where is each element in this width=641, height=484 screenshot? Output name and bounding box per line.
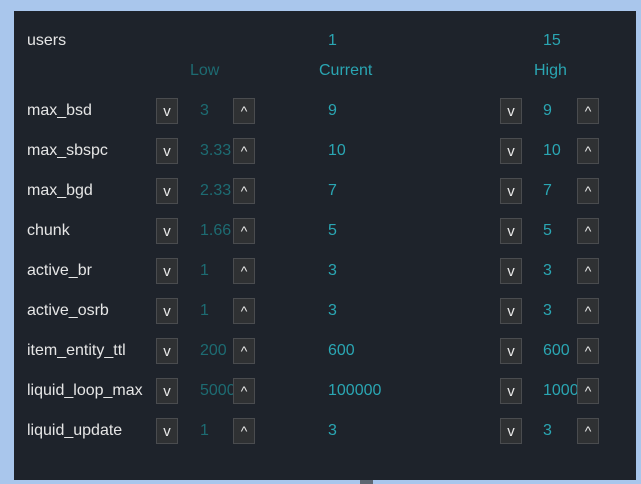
column-header-high: High — [534, 62, 567, 79]
low-decrease-button[interactable]: v — [156, 178, 178, 204]
high-decrease-button[interactable]: v — [500, 258, 522, 284]
current-value: 600 — [328, 342, 355, 359]
low-decrease-button[interactable]: v — [156, 338, 178, 364]
settings-panel — [14, 11, 636, 480]
low-value: 3.33 — [200, 142, 232, 159]
low-decrease-button[interactable]: v — [156, 298, 178, 324]
low-decrease-button[interactable]: v — [156, 258, 178, 284]
high-value: 600 — [543, 342, 570, 359]
param-name: active_br — [27, 262, 92, 279]
high-value: 3 — [543, 422, 552, 439]
users-label: users — [27, 32, 67, 49]
high-value: 7 — [543, 182, 552, 199]
param-name: max_sbspc — [27, 142, 108, 159]
low-value: 5000 — [200, 382, 234, 399]
param-name: liquid_update — [27, 422, 123, 439]
low-value: 200 — [200, 342, 227, 359]
high-decrease-button[interactable]: v — [500, 218, 522, 244]
low-increase-button[interactable]: ^ — [233, 178, 255, 204]
high-decrease-button[interactable]: v — [500, 418, 522, 444]
low-decrease-button[interactable]: v — [156, 138, 178, 164]
high-decrease-button[interactable]: v — [500, 178, 522, 204]
high-increase-button[interactable]: ^ — [577, 138, 599, 164]
users-low-value: 1 — [328, 32, 337, 49]
high-decrease-button[interactable]: v — [500, 98, 522, 124]
low-decrease-button[interactable]: v — [156, 98, 178, 124]
high-value: 10 — [543, 142, 561, 159]
high-decrease-button[interactable]: v — [500, 298, 522, 324]
current-value: 3 — [328, 302, 337, 319]
high-increase-button[interactable]: ^ — [577, 178, 599, 204]
current-value: 9 — [328, 102, 337, 119]
column-header-low: Low — [190, 62, 220, 79]
low-increase-button[interactable]: ^ — [233, 258, 255, 284]
high-value: 9 — [543, 102, 552, 119]
high-increase-button[interactable]: ^ — [577, 338, 599, 364]
low-value: 1 — [200, 302, 209, 319]
low-increase-button[interactable]: ^ — [233, 98, 255, 124]
low-increase-button[interactable]: ^ — [233, 218, 255, 244]
high-increase-button[interactable]: ^ — [577, 258, 599, 284]
column-header-current: Current — [319, 62, 373, 79]
param-name: liquid_loop_max — [27, 382, 143, 399]
low-value: 1 — [200, 262, 209, 279]
low-value: 1 — [200, 422, 209, 439]
current-value: 7 — [328, 182, 337, 199]
low-value: 1.66 — [200, 222, 232, 239]
low-increase-button[interactable]: ^ — [233, 298, 255, 324]
current-value: 10 — [328, 142, 346, 159]
high-value: 3 — [543, 262, 552, 279]
current-value: 5 — [328, 222, 337, 239]
high-value: 5 — [543, 222, 552, 239]
low-value: 2.33 — [200, 182, 232, 199]
low-increase-button[interactable]: ^ — [233, 138, 255, 164]
param-name: chunk — [27, 222, 70, 239]
param-name: active_osrb — [27, 302, 109, 319]
high-increase-button[interactable]: ^ — [577, 298, 599, 324]
param-name: item_entity_ttl — [27, 342, 126, 359]
current-value: 100000 — [328, 382, 382, 399]
param-name: max_bsd — [27, 102, 92, 119]
high-decrease-button[interactable]: v — [500, 378, 522, 404]
high-value: 1000 — [543, 382, 577, 399]
low-decrease-button[interactable]: v — [156, 418, 178, 444]
low-decrease-button[interactable]: v — [156, 218, 178, 244]
low-value: 3 — [200, 102, 209, 119]
high-value: 3 — [543, 302, 552, 319]
current-value: 3 — [328, 262, 337, 279]
low-decrease-button[interactable]: v — [156, 378, 178, 404]
high-decrease-button[interactable]: v — [500, 138, 522, 164]
high-decrease-button[interactable]: v — [500, 338, 522, 364]
param-name: max_bgd — [27, 182, 93, 199]
users-high-value: 15 — [543, 32, 561, 49]
high-increase-button[interactable]: ^ — [577, 378, 599, 404]
high-increase-button[interactable]: ^ — [577, 98, 599, 124]
high-increase-button[interactable]: ^ — [577, 218, 599, 244]
current-value: 3 — [328, 422, 337, 439]
high-increase-button[interactable]: ^ — [577, 418, 599, 444]
low-increase-button[interactable]: ^ — [233, 338, 255, 364]
low-increase-button[interactable]: ^ — [233, 378, 255, 404]
resize-handle[interactable] — [360, 480, 373, 484]
low-increase-button[interactable]: ^ — [233, 418, 255, 444]
